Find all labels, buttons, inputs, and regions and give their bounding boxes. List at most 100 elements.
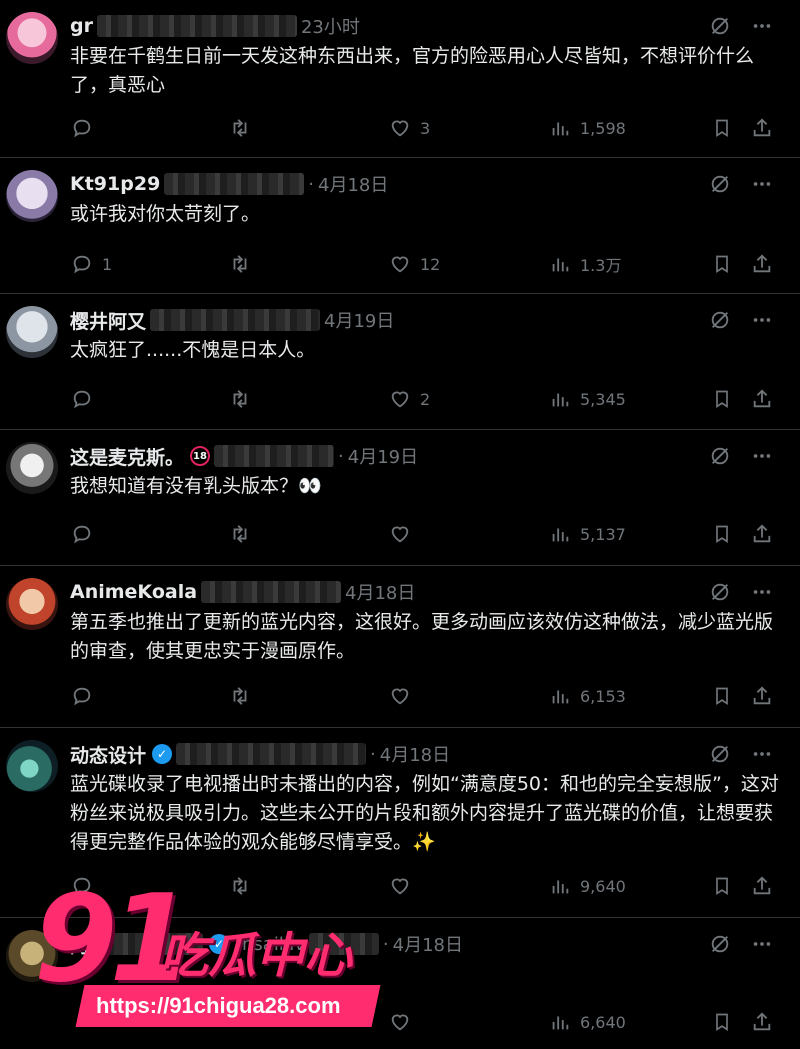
bookmark-button[interactable] bbox=[710, 520, 734, 548]
retweet-button[interactable] bbox=[228, 682, 260, 710]
reply-tweet[interactable]: Kt91p29 · 4月18日 或许我对你太苛刻了。 1 12 1.3万 bbox=[0, 158, 800, 294]
share-button[interactable] bbox=[750, 250, 774, 278]
timestamp[interactable]: 4月18日 bbox=[393, 931, 463, 957]
display-name[interactable]: 阿 bbox=[70, 931, 89, 958]
views-button[interactable]: 6,153 bbox=[548, 682, 626, 710]
more-options-icon[interactable] bbox=[750, 308, 774, 332]
display-name[interactable]: AnimeKoala bbox=[70, 581, 197, 603]
redacted-handle bbox=[176, 743, 367, 765]
timestamp[interactable]: 4月18日 bbox=[380, 741, 450, 767]
grok-icon[interactable] bbox=[708, 308, 732, 332]
more-options-icon[interactable] bbox=[750, 742, 774, 766]
reply-button[interactable] bbox=[70, 114, 102, 142]
verified-badge-icon: ✓ bbox=[152, 744, 173, 764]
share-button[interactable] bbox=[750, 682, 774, 710]
bookmark-icon bbox=[710, 874, 734, 898]
bookmark-icon bbox=[710, 1010, 734, 1034]
display-name[interactable]: 樱井阿又 bbox=[70, 307, 146, 334]
display-name[interactable]: Kt91p29 bbox=[70, 173, 160, 195]
bookmark-button[interactable] bbox=[710, 250, 734, 278]
more-options-icon[interactable] bbox=[750, 932, 774, 956]
view-count: 9,640 bbox=[580, 876, 626, 896]
retweet-button[interactable] bbox=[228, 250, 260, 278]
like-button[interactable]: 12 bbox=[388, 250, 440, 278]
timestamp[interactable]: 4月19日 bbox=[324, 307, 394, 333]
share-button[interactable] bbox=[750, 385, 774, 413]
avatar[interactable] bbox=[6, 442, 58, 494]
timestamp[interactable]: 4月18日 bbox=[318, 171, 388, 197]
display-name[interactable]: gr bbox=[70, 15, 93, 37]
reply-icon bbox=[70, 874, 94, 898]
like-count: 12 bbox=[420, 254, 441, 274]
bookmark-button[interactable] bbox=[710, 385, 734, 413]
like-button[interactable] bbox=[388, 682, 420, 710]
more-options-icon[interactable] bbox=[750, 172, 774, 196]
redacted-handle bbox=[201, 581, 342, 603]
bookmark-button[interactable] bbox=[710, 114, 734, 142]
display-name[interactable]: 动态设计 bbox=[70, 741, 146, 768]
view-count: 6,640 bbox=[580, 1012, 626, 1032]
bookmark-icon bbox=[710, 522, 734, 546]
more-options-icon[interactable] bbox=[750, 580, 774, 604]
reply-button[interactable] bbox=[70, 682, 102, 710]
reply-tweet[interactable]: 阿 ✓ insaikiv · 4月18日 6,640 bbox=[0, 918, 800, 1049]
avatar[interactable] bbox=[6, 12, 58, 64]
reply-tweet[interactable]: 动态设计 ✓ · 4月18日 蓝光碟收录了电视播出时未播出的内容，例如“满意度5… bbox=[0, 728, 800, 918]
grok-icon[interactable] bbox=[708, 172, 732, 196]
bookmark-button[interactable] bbox=[710, 1008, 734, 1036]
avatar[interactable] bbox=[6, 578, 58, 630]
reply-button[interactable] bbox=[70, 872, 102, 900]
reply-button[interactable] bbox=[70, 385, 102, 413]
views-button[interactable]: 5,345 bbox=[548, 385, 626, 413]
retweet-button[interactable] bbox=[228, 385, 260, 413]
views-icon bbox=[548, 387, 572, 411]
reply-button[interactable]: 1 bbox=[70, 250, 112, 278]
more-options-icon[interactable] bbox=[750, 14, 774, 38]
grok-icon[interactable] bbox=[708, 14, 732, 38]
reply-tweet[interactable]: 这是麦克斯。 18 · 4月19日 我想知道有没有乳头版本？👀 5,137 bbox=[0, 430, 800, 566]
views-button[interactable]: 9,640 bbox=[548, 872, 626, 900]
display-name[interactable]: 这是麦克斯。 bbox=[70, 443, 184, 470]
like-button[interactable] bbox=[388, 872, 420, 900]
views-button[interactable]: 5,137 bbox=[548, 520, 626, 548]
heart-icon bbox=[388, 116, 412, 140]
grok-icon[interactable] bbox=[708, 742, 732, 766]
heart-icon bbox=[388, 874, 412, 898]
reply-icon bbox=[70, 252, 94, 276]
timestamp[interactable]: 23小时 bbox=[301, 13, 360, 39]
like-button[interactable] bbox=[388, 520, 420, 548]
bookmark-button[interactable] bbox=[710, 872, 734, 900]
share-icon bbox=[750, 522, 774, 546]
retweet-button[interactable] bbox=[228, 872, 260, 900]
timestamp[interactable]: 4月19日 bbox=[348, 443, 418, 469]
views-button[interactable]: 1,598 bbox=[548, 114, 626, 142]
views-button[interactable]: 1.3万 bbox=[548, 250, 621, 278]
share-button[interactable] bbox=[750, 520, 774, 548]
reply-tweet[interactable]: AnimeKoala 4月18日 第五季也推出了更新的蓝光内容，这很好。更多动画… bbox=[0, 566, 800, 728]
more-options-icon[interactable] bbox=[750, 444, 774, 468]
retweet-button[interactable] bbox=[228, 114, 260, 142]
share-button[interactable] bbox=[750, 872, 774, 900]
avatar[interactable] bbox=[6, 740, 58, 792]
reply-tweet[interactable]: 樱井阿又 4月19日 太疯狂了......不愧是日本人。 2 5,345 bbox=[0, 294, 800, 430]
redacted-handle bbox=[96, 15, 297, 37]
like-button[interactable] bbox=[388, 1008, 420, 1036]
grok-icon[interactable] bbox=[708, 932, 732, 956]
grok-icon[interactable] bbox=[708, 444, 732, 468]
share-button[interactable] bbox=[750, 1008, 774, 1036]
share-button[interactable] bbox=[750, 114, 774, 142]
handle[interactable]: insaikiv bbox=[237, 934, 305, 955]
timestamp[interactable]: 4月18日 bbox=[345, 579, 415, 605]
reply-tweet[interactable]: gr 23小时 非要在千鹤生日前一天发这种东西出来，官方的险恶用心人尽皆知，不想… bbox=[0, 0, 800, 158]
like-button[interactable]: 2 bbox=[388, 385, 430, 413]
like-button[interactable]: 3 bbox=[388, 114, 430, 142]
avatar[interactable] bbox=[6, 170, 58, 222]
grok-icon[interactable] bbox=[708, 580, 732, 604]
avatar[interactable] bbox=[6, 930, 58, 982]
avatar[interactable] bbox=[6, 306, 58, 358]
bookmark-button[interactable] bbox=[710, 682, 734, 710]
reply-button[interactable] bbox=[70, 520, 102, 548]
retweet-button[interactable] bbox=[228, 520, 260, 548]
views-icon bbox=[548, 116, 572, 140]
views-button[interactable]: 6,640 bbox=[548, 1008, 626, 1036]
